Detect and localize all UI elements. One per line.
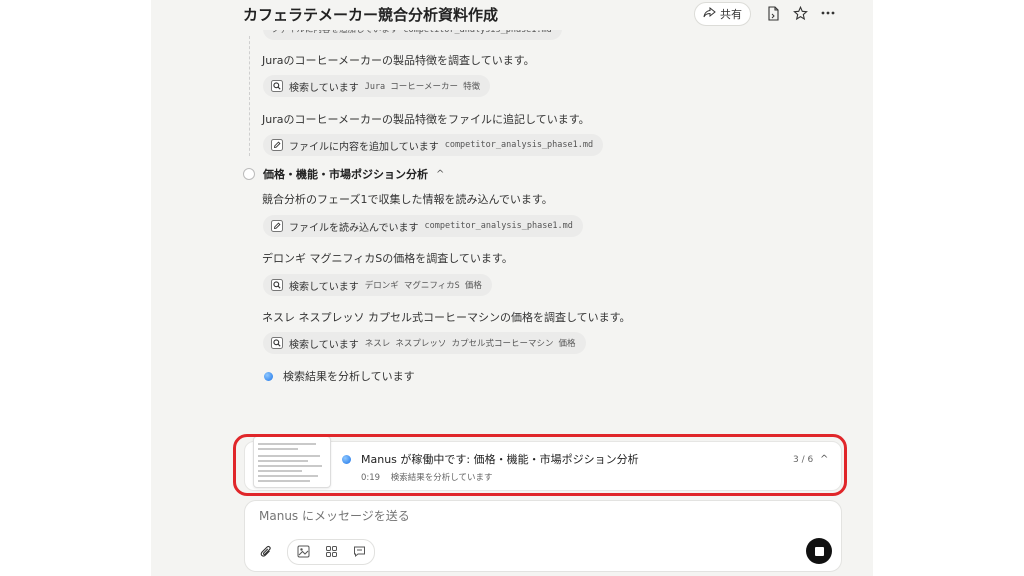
step-status-circle-icon xyxy=(243,168,255,180)
tool-chip-edit-file[interactable]: ファイルに内容を追加しています competitor_analysis_phas… xyxy=(263,134,604,156)
chip-action: ファイルを読み込んでいます xyxy=(289,222,419,234)
chip-detail: Jura コーヒーメーカー 特徴 xyxy=(364,82,481,92)
chip-action: 検索しています xyxy=(289,82,359,94)
step-counter: 3 / 6 xyxy=(793,455,814,465)
read-file-icon xyxy=(271,220,283,232)
status-title: Manus が稼働中です: 価格・機能・市場ポジション分析 xyxy=(361,453,639,466)
tool-chip-read-file[interactable]: ファイルを読み込んでいます competitor_analysis_phase1… xyxy=(263,215,583,237)
chip-action: 検索しています xyxy=(289,339,359,351)
search-icon xyxy=(271,279,283,291)
section-title: 価格・機能・市場ポジション分析 xyxy=(263,168,428,181)
step-text: デロンギ マグニフィカSの価格を調査しています。 xyxy=(262,252,513,265)
status-detail: 検索結果を分析しています xyxy=(390,473,493,483)
composer-tool-group xyxy=(287,539,375,565)
file-view-icon[interactable] xyxy=(765,5,781,21)
tool-chip-search[interactable]: 検索しています ネスレ ネスプレッソ カプセル式コーヒーマシン 価格 xyxy=(263,332,586,354)
tool-chip-search[interactable]: 検索しています Jura コーヒーメーカー 特徴 xyxy=(263,75,491,97)
chat-icon[interactable] xyxy=(348,540,370,562)
running-dot-icon xyxy=(342,455,351,464)
chip-detail: デロンギ マグニフィカS 価格 xyxy=(364,281,482,291)
chip-action: 検索しています xyxy=(289,281,359,293)
chevron-up-icon[interactable]: ^ xyxy=(436,169,444,180)
task-timeline[interactable]: ファイルに内容を追加しています competitor_analysis_phas… xyxy=(151,0,873,430)
loading-dot-icon xyxy=(264,371,273,381)
chevron-up-icon[interactable]: ^ xyxy=(820,454,828,465)
elapsed-time: 0:19 xyxy=(361,473,381,483)
preview-thumbnail[interactable] xyxy=(253,436,331,488)
message-input[interactable] xyxy=(257,508,821,524)
more-options-icon[interactable] xyxy=(820,5,836,21)
search-icon xyxy=(271,337,283,349)
agent-status-card[interactable]: Manus が稼働中です: 価格・機能・市場ポジション分析 0:19 検索結果を… xyxy=(244,436,842,491)
attach-icon[interactable] xyxy=(255,541,277,563)
tool-chip-search[interactable]: 検索しています デロンギ マグニフィカS 価格 xyxy=(263,274,492,296)
share-icon xyxy=(703,6,716,22)
step-text: Juraのコーヒーメーカーの製品特徴をファイルに追記しています。 xyxy=(262,113,590,126)
step-text: Juraのコーヒーメーカーの製品特徴を調査しています。 xyxy=(262,54,535,67)
stop-button[interactable] xyxy=(806,538,832,564)
step-text: 競合分析のフェーズ1で収集した情報を読み込んでいます。 xyxy=(262,193,553,206)
edit-file-icon xyxy=(271,139,283,151)
chip-detail: competitor_analysis_phase1.md xyxy=(444,140,594,150)
step-text: ネスレ ネスプレッソ カプセル式コーヒーマシンの価格を調査しています。 xyxy=(262,311,631,324)
image-search-icon[interactable] xyxy=(292,540,314,562)
message-composer xyxy=(244,500,842,572)
stop-icon xyxy=(814,546,824,556)
page-title: カフェラテメーカー競合分析資料作成 xyxy=(243,6,499,24)
task-header: カフェラテメーカー競合分析資料作成 共有 xyxy=(151,0,873,30)
active-step-text: 検索結果を分析しています xyxy=(283,370,415,383)
share-button[interactable]: 共有 xyxy=(694,2,751,26)
chip-detail: competitor_analysis_phase1.md xyxy=(424,221,573,231)
timeline-connector xyxy=(249,36,250,156)
share-label: 共有 xyxy=(720,8,742,21)
chip-detail: ネスレ ネスプレッソ カプセル式コーヒーマシン 価格 xyxy=(364,339,576,349)
star-icon[interactable] xyxy=(792,5,808,21)
section-header[interactable]: 価格・機能・市場ポジション分析 ^ xyxy=(243,166,444,182)
status-subline: 0:19 検索結果を分析しています xyxy=(361,471,493,483)
active-step: 検索結果を分析しています xyxy=(264,368,415,384)
chip-action: ファイルに内容を追加しています xyxy=(289,141,439,153)
tools-icon[interactable] xyxy=(320,540,342,562)
search-icon xyxy=(271,80,283,92)
